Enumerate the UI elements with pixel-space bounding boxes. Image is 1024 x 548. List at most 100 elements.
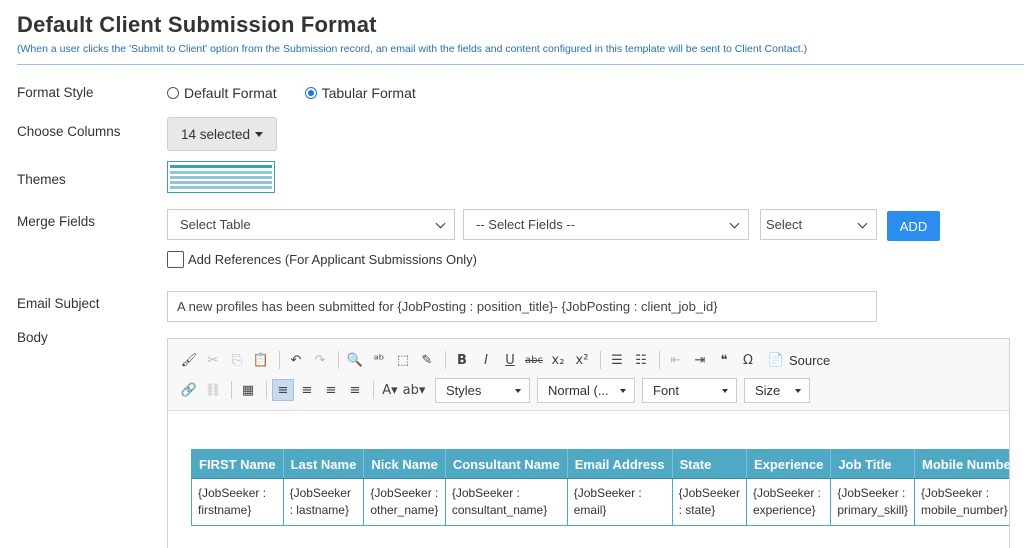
bold-icon[interactable]: B [451, 349, 473, 371]
numbered-list-icon[interactable]: ☰ [606, 349, 628, 371]
redo-icon[interactable]: ↷ [309, 349, 331, 371]
table-header-cell: Consultant Name [445, 449, 568, 479]
table-icon[interactable]: ▦ [237, 379, 259, 401]
caret-down-icon [795, 388, 801, 393]
format-style-radio-group: Default Format Tabular Format [167, 85, 444, 101]
special-char-icon[interactable]: Ω [737, 349, 759, 371]
email-subject-input[interactable]: A new profiles has been submitted for {J… [167, 291, 877, 322]
select-all-icon[interactable]: ⬚ [392, 349, 414, 371]
superscript-icon[interactable]: x² [571, 349, 593, 371]
add-merge-field-button[interactable]: ADD [887, 211, 940, 241]
font-dropdown[interactable]: Font [642, 377, 737, 403]
spellcheck-icon[interactable]: ✎ [416, 349, 438, 371]
font-dropdown-value: Font [653, 382, 680, 398]
table-cell-text: {JobSeeker : primary_skill} [837, 486, 909, 517]
text-color-icon[interactable]: A▾ [379, 379, 401, 401]
email-subject-label: Email Subject [17, 296, 100, 311]
undo-icon[interactable]: ↶ [285, 349, 307, 371]
align-left-icon[interactable]: ≡ [272, 379, 294, 401]
block-quote-icon[interactable]: ❝ [713, 349, 735, 371]
table-header-cell: Last Name [283, 449, 365, 479]
justify-icon[interactable]: ≡ [344, 379, 366, 401]
radio-default-format-label: Default Format [184, 85, 277, 101]
toolbar-separator [266, 381, 267, 399]
copy-icon[interactable]: ⎘ [226, 349, 248, 371]
format-dropdown[interactable]: Normal (... [537, 377, 635, 403]
chevron-down-icon [857, 218, 868, 229]
toolbar-separator [600, 351, 601, 369]
subscript-icon[interactable]: x₂ [547, 349, 569, 371]
select-fields-value: -- Select Fields -- [476, 217, 575, 232]
link-icon[interactable]: 🔗 [178, 379, 200, 401]
bg-color-icon[interactable]: ab▾ [403, 379, 426, 401]
choose-columns-dropdown[interactable]: 14 selected [167, 117, 277, 151]
select-option-value: Select [766, 217, 803, 232]
choose-columns-label: Choose Columns [17, 124, 121, 139]
strikethrough-icon[interactable]: abc [523, 349, 545, 371]
table-cell-text: {JobSeeker : mobile_number} [921, 486, 1008, 517]
size-dropdown[interactable]: Size [744, 377, 810, 403]
paste-icon[interactable]: 📋 [250, 349, 272, 371]
find-icon[interactable]: 🔍 [344, 349, 366, 371]
toolbar-row-2: 🔗 ⛓ ▦ ≡ ≡ ≡ ≡ A▾ ab▾ Styles Normal (... Font Size [178, 377, 817, 403]
caret-down-icon [255, 131, 264, 137]
unlink-icon[interactable]: ⛓ [202, 379, 224, 401]
toolbar-row-1: 🖌 ✂ ⎘ 📋 ↶ ↷ 🔍 ᵃᵇ ⬚ ✎ B I Uabc x₂ x² ☰ ☷ ⇤ ⇥ ❝ Ω 📄 Source [178, 347, 830, 373]
table-cell-text: {JobSeeker : other_name} [370, 486, 439, 517]
table-cell-text: {JobSeeker : consultant_name} [451, 486, 548, 517]
table-header-cell: Job Title [830, 449, 916, 479]
table-cell: {JobSeeker : other_name} [363, 478, 446, 526]
cut-icon[interactable]: ✂ [202, 349, 224, 371]
select-fields-dropdown[interactable]: -- Select Fields -- [463, 209, 749, 240]
source-button[interactable]: 📄 Source [765, 349, 830, 371]
replace-icon[interactable]: ᵃᵇ [368, 349, 390, 371]
table-row: {JobSeeker : firstname} {JobSeeker : last… [191, 478, 1009, 526]
indent-icon[interactable]: ⇥ [689, 349, 711, 371]
themes-label: Themes [17, 172, 66, 187]
editor-toolbar: 🖌 ✂ ⎘ 📋 ↶ ↷ 🔍 ᵃᵇ ⬚ ✎ B I Uabc x₂ x² ☰ ☷ ⇤ ⇥ ❝ Ω 📄 Source 🔗 ⛓ ▦ ≡ ≡… [168, 339, 1009, 411]
table-header-cell: State [672, 449, 747, 479]
add-references-checkbox[interactable] [167, 251, 184, 268]
table-cell: {JobSeeker : lastname} [282, 478, 365, 526]
toolbar-separator [373, 381, 374, 399]
table-cell: {JobSeeker : consultant_name} [444, 478, 568, 526]
toolbar-separator [231, 381, 232, 399]
paste-formatting-icon[interactable]: 🖌 [178, 349, 200, 371]
source-label: Source [789, 352, 831, 368]
table-cell: {JobSeeker : mobile_number} [914, 478, 1009, 526]
caret-down-icon [722, 388, 728, 393]
underline-icon[interactable]: U [499, 349, 521, 371]
radio-default-format-circle[interactable] [167, 87, 179, 99]
table-cell: {JobSeeker : email} [566, 478, 673, 526]
size-dropdown-value: Size [755, 382, 781, 398]
editor-content[interactable]: FIRST Name Last Name Nick Name Consultant N… [168, 412, 1009, 548]
select-table-value: Select Table [180, 217, 251, 232]
source-icon: 📄 [767, 352, 785, 368]
outdent-icon[interactable]: ⇤ [665, 349, 687, 371]
table-header-cell: Email Address [567, 449, 673, 479]
table-header-cell: Mobile Number [914, 449, 1009, 479]
table-cell: {JobSeeker : experience} [745, 478, 832, 526]
caret-down-icon [620, 388, 626, 393]
select-table-dropdown[interactable]: Select Table [167, 209, 455, 240]
radio-tabular-format[interactable]: Tabular Format [304, 85, 416, 101]
radio-default-format[interactable]: Default Format [167, 85, 277, 101]
styles-dropdown[interactable]: Styles [435, 377, 530, 403]
align-right-icon[interactable]: ≡ [320, 379, 342, 401]
chevron-down-icon [729, 218, 740, 229]
page-subtitle: (When a user clicks the 'Submit to Clien… [17, 43, 808, 55]
add-references-row: Add References (For Applicant Submission… [167, 251, 477, 268]
table-cell-text: {JobSeeker : firstname} [198, 486, 267, 517]
bulleted-list-icon[interactable]: ☷ [630, 349, 652, 371]
toolbar-separator [659, 351, 660, 369]
radio-tabular-format-circle[interactable] [304, 87, 317, 99]
table-cell-text: {JobSeeker : email} [573, 486, 642, 517]
header-divider [17, 64, 1024, 65]
body-editor: 🖌 ✂ ⎘ 📋 ↶ ↷ 🔍 ᵃᵇ ⬚ ✎ B I Uabc x₂ x² ☰ ☷ ⇤ ⇥ ❝ Ω 📄 Source 🔗 ⛓ ▦ ≡ ≡… [167, 338, 1010, 548]
align-center-icon[interactable]: ≡ [296, 379, 318, 401]
table-cell: {JobSeeker : state} [671, 478, 747, 526]
theme-thumbnail[interactable] [167, 161, 275, 193]
italic-icon[interactable]: I [475, 349, 497, 371]
select-option-dropdown[interactable]: Select [760, 209, 877, 240]
styles-dropdown-value: Styles [446, 382, 482, 398]
